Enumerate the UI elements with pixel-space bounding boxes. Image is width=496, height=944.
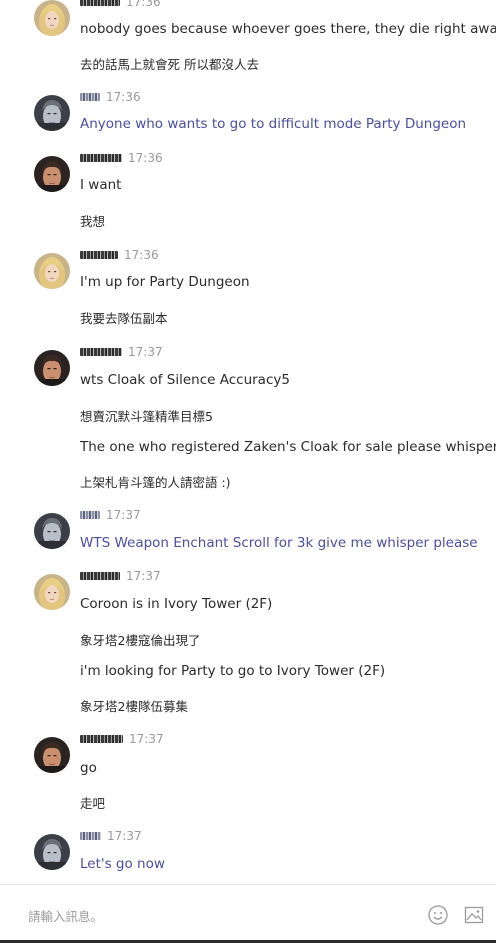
sender-name-pixelated[interactable] <box>80 92 100 101</box>
sender-name-pixelated[interactable] <box>80 0 120 6</box>
message-text: Anyone who wants to go to difficult mode… <box>80 116 467 132</box>
image-upload-icon <box>464 906 484 924</box>
message-input-bar: 請輸入訊息。 <box>0 884 496 944</box>
message-header: 17:36 <box>80 246 159 262</box>
message-timestamp: 17:36 <box>128 150 163 165</box>
message-text: WTS Weapon Enchant Scroll for 3k give me… <box>80 535 478 551</box>
chat-log: 17:36 nobody goes because whoever goes th… <box>0 0 496 884</box>
sender-name-pixelated[interactable] <box>80 734 123 743</box>
message-timestamp: 17:37 <box>128 344 163 359</box>
message-translation: 象牙塔2樓寇倫出現了 <box>80 633 201 648</box>
sender-name-pixelated[interactable] <box>80 153 122 162</box>
dark-elf-avatar[interactable] <box>34 834 70 870</box>
message-header: 17:37 <box>80 343 163 359</box>
message-timestamp: 17:37 <box>129 731 164 746</box>
message-header: 17:37 <box>80 506 141 522</box>
message-timestamp: 17:36 <box>126 0 161 9</box>
message-translation: 象牙塔2樓隊伍募集 <box>80 699 188 714</box>
smiley-face-icon <box>428 905 448 925</box>
sender-name-pixelated[interactable] <box>80 250 118 259</box>
message-header: 17:37 <box>80 567 161 583</box>
message-header: 17:36 <box>80 149 163 165</box>
sender-name-pixelated[interactable] <box>80 571 120 580</box>
message-header: 17:36 <box>80 88 141 104</box>
message-timestamp: 17:36 <box>124 247 159 262</box>
blonde-elf-avatar[interactable] <box>34 253 70 289</box>
message-text: nobody goes because whoever goes there, … <box>80 21 496 37</box>
blonde-elf-avatar[interactable] <box>34 0 70 36</box>
human-male-avatar[interactable] <box>34 737 70 773</box>
dark-elf-avatar[interactable] <box>34 513 70 549</box>
image-upload-button[interactable] <box>463 904 485 926</box>
blonde-elf-avatar[interactable] <box>34 574 70 610</box>
sender-name-pixelated[interactable] <box>80 831 101 840</box>
human-male-avatar[interactable] <box>34 156 70 192</box>
emoji-button[interactable] <box>427 904 449 926</box>
message-text: go <box>80 760 97 776</box>
sender-name-pixelated[interactable] <box>80 510 100 519</box>
message-text: Coroon is in Ivory Tower (2F) <box>80 596 273 612</box>
message-translation: 想賣沉默斗篷精準目標5 <box>80 409 213 424</box>
message-timestamp: 17:37 <box>107 828 142 843</box>
message-translation: 我要去隊伍副本 <box>80 311 168 326</box>
message-timestamp: 17:36 <box>106 89 141 104</box>
message-input[interactable]: 請輸入訊息。 <box>28 906 103 925</box>
message-translation: 去的話馬上就會死 所以都沒人去 <box>80 57 259 72</box>
dark-elf-avatar[interactable] <box>34 95 70 131</box>
message-translation: 我想 <box>80 214 106 229</box>
message-header: 17:36 <box>80 0 161 9</box>
message-translation: 上架札肯斗篷的人請密語 :) <box>80 475 231 490</box>
message-timestamp: 17:37 <box>106 507 141 522</box>
message-text: wts Cloak of Silence Accuracy5 <box>80 372 290 388</box>
message-translation: 走吧 <box>80 796 106 811</box>
message-header: 17:37 <box>80 730 164 746</box>
message-text: Let's go now <box>80 856 165 872</box>
message-text: I want <box>80 177 122 193</box>
human-male-avatar[interactable] <box>34 350 70 386</box>
sender-name-pixelated[interactable] <box>80 347 122 356</box>
message-text: The one who registered Zaken's Cloak for… <box>80 439 496 455</box>
message-header: 17:37 <box>80 827 142 843</box>
message-timestamp: 17:37 <box>126 568 161 583</box>
message-text: i'm looking for Party to go to Ivory Tow… <box>80 663 386 679</box>
message-text: I'm up for Party Dungeon <box>80 274 250 290</box>
